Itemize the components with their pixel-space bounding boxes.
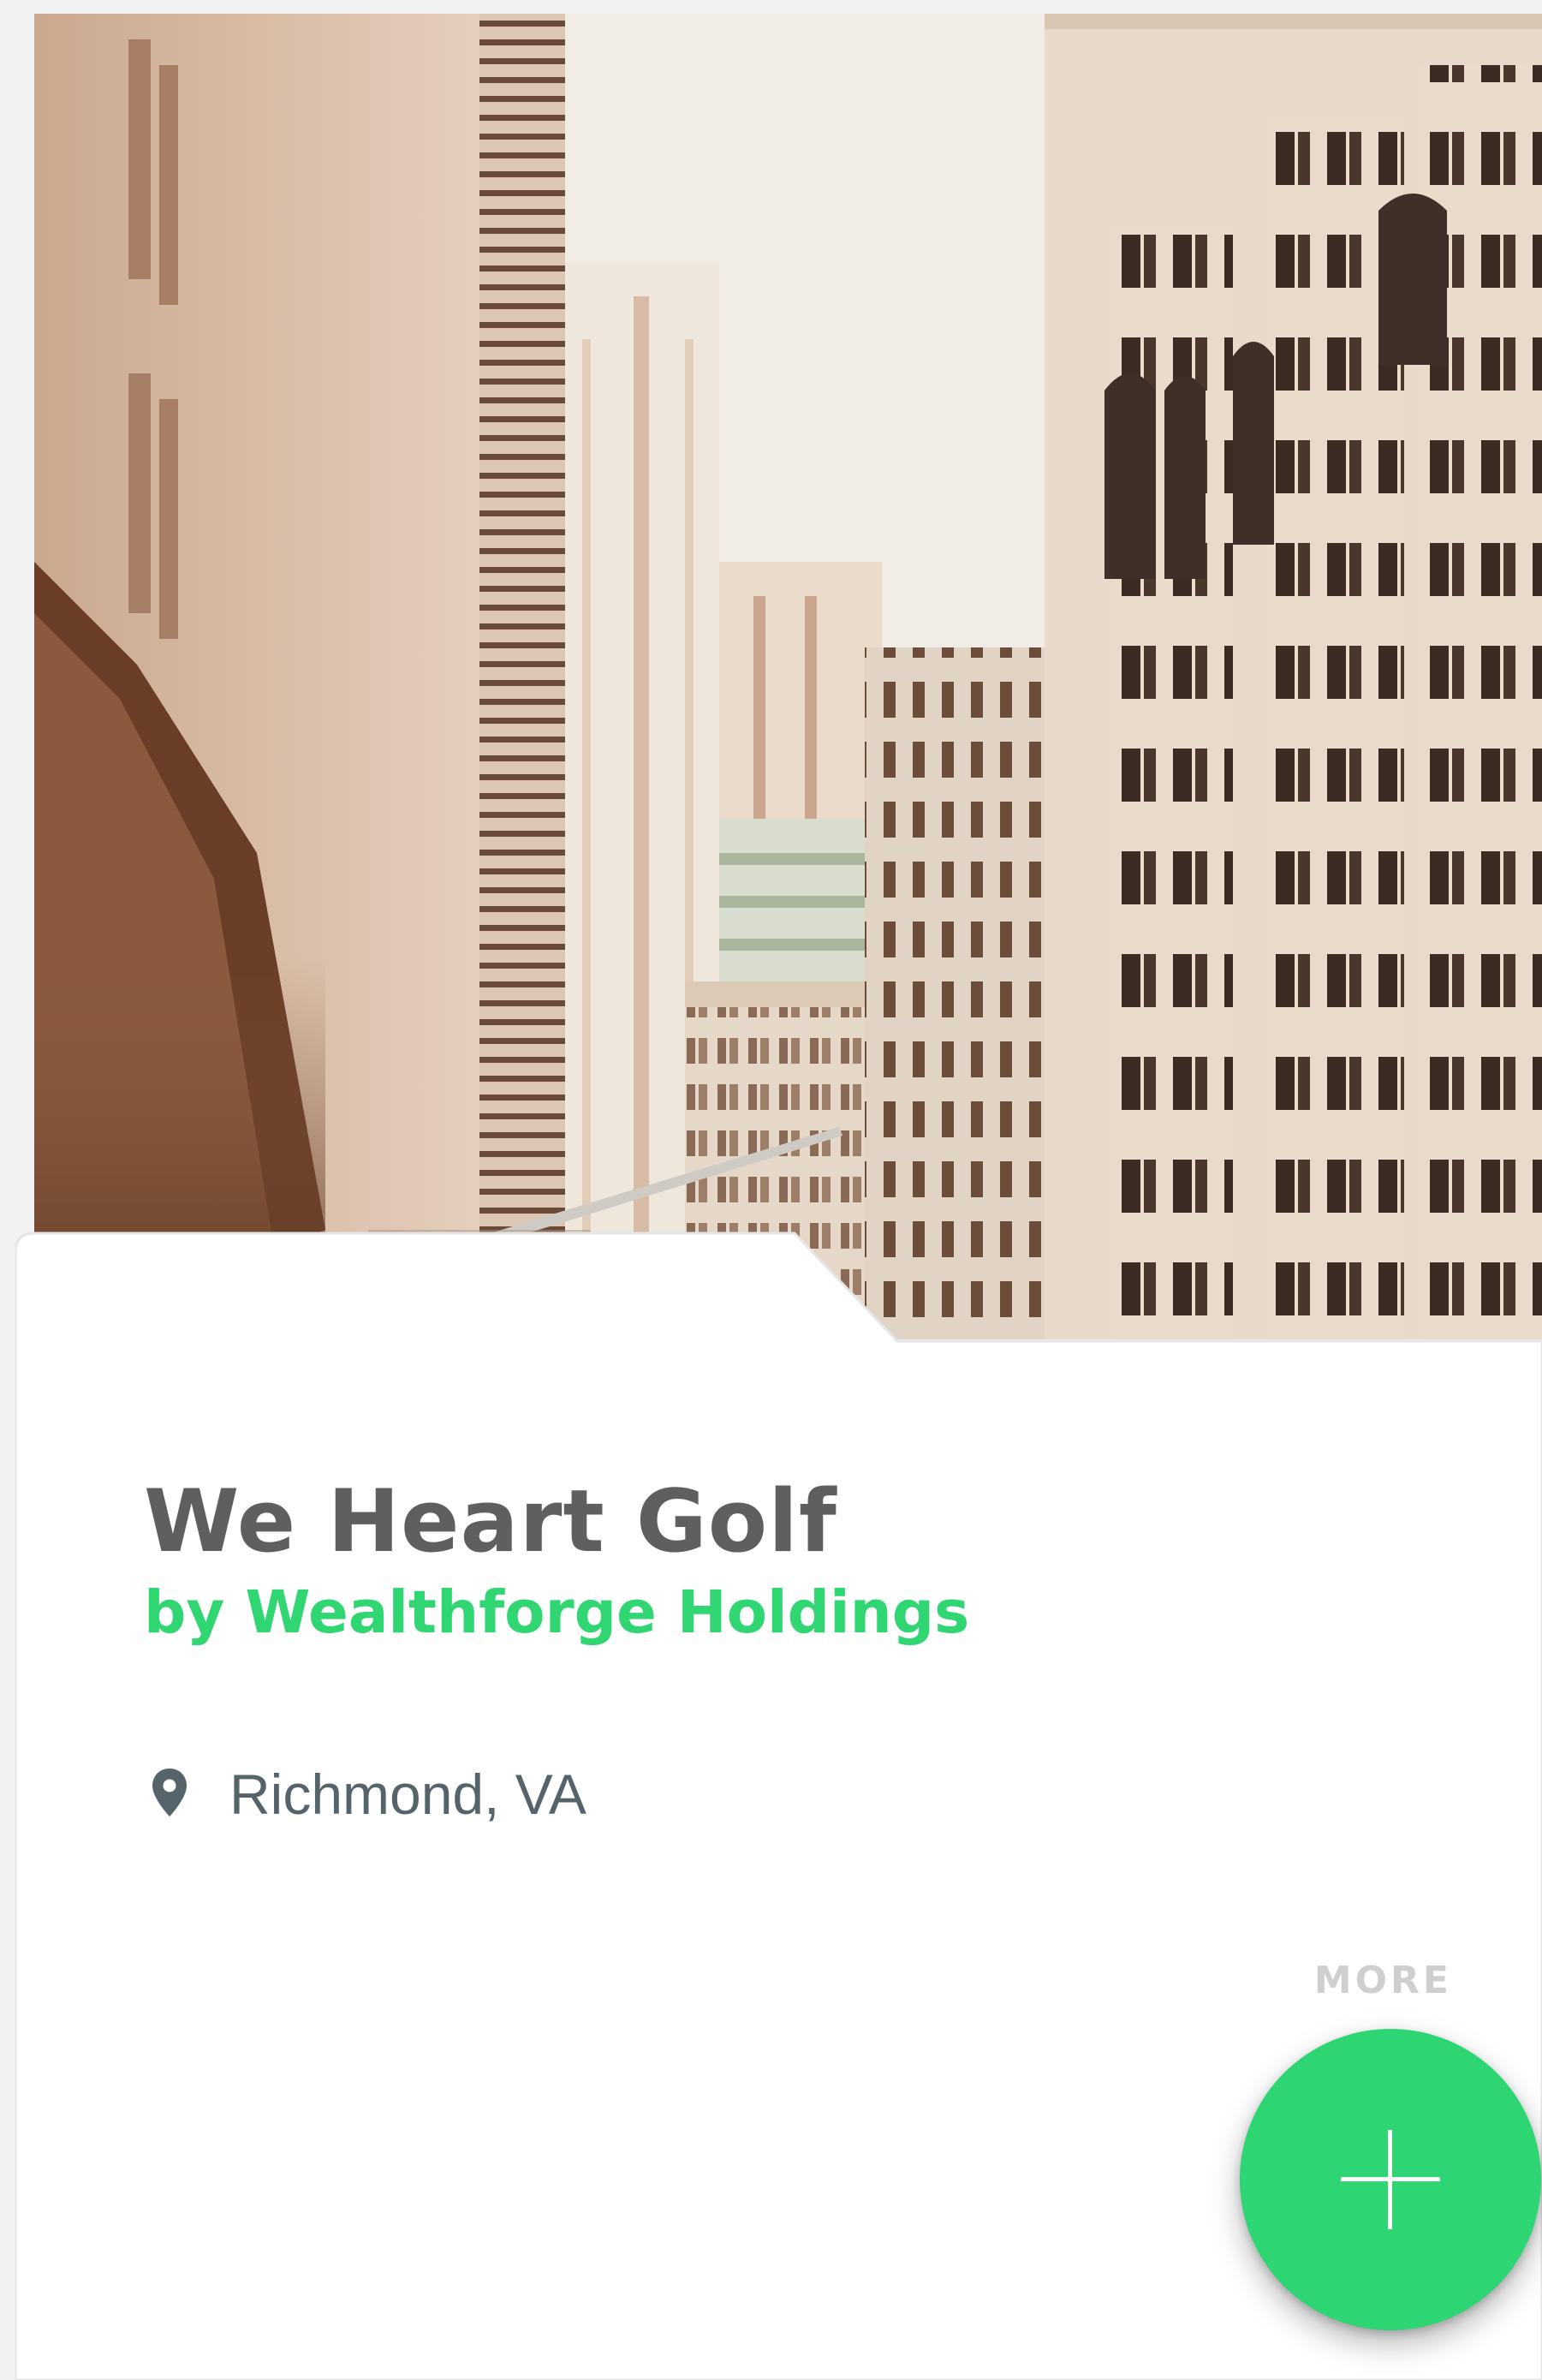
- listing-byline[interactable]: by Wealthforge Holdings: [144, 1574, 969, 1651]
- city-buildings-illustration: [34, 14, 1542, 1339]
- hero-image: [34, 14, 1542, 1339]
- listing-screen: We Heart Golf by Wealthforge Holdings Ri…: [0, 0, 1542, 2380]
- map-pin-icon: [152, 1769, 187, 1816]
- listing-location: Richmond, VA: [229, 1763, 586, 1826]
- listing-title: We Heart Golf: [144, 1470, 837, 1572]
- plus-icon: [1341, 2130, 1440, 2229]
- add-button[interactable]: [1240, 2029, 1541, 2330]
- more-label[interactable]: MORE: [1314, 1958, 1452, 2004]
